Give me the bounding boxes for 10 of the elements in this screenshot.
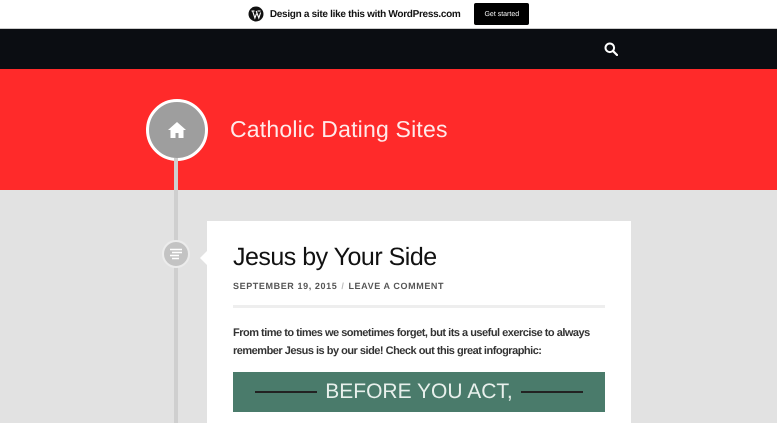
post-text: From time to times we sometimes forget, but its a useful exercise to always remember Jesus is by our side! Check out this great infographic: [233,326,591,359]
meta-separator: / [341,281,344,291]
post-date[interactable]: SEPTEMBER 19, 2015 [233,281,338,291]
wordpress-logo-icon [248,6,264,22]
search-icon[interactable] [604,42,618,56]
post-title[interactable]: Jesus by Your Side [233,243,605,272]
banner-text: Design a site like this with WordPress.com [270,8,460,20]
infographic-heading: BEFORE YOU ACT, [325,380,513,404]
home-icon [167,120,187,138]
leave-comment-link[interactable]: LEAVE A COMMENT [348,281,444,291]
